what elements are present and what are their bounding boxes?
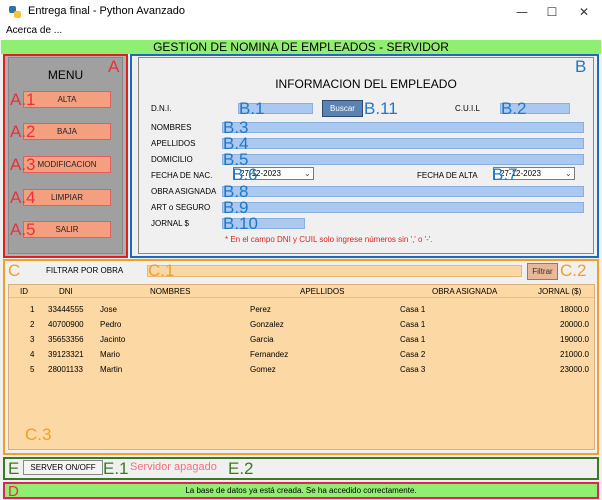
cell-id: 4 [30,350,35,359]
header-jornal[interactable]: JORNAL ($) [538,287,581,296]
status-message: La base de datos ya está creada. Se ha a… [185,486,417,495]
window-title: Entrega final - Python Avanzado [28,5,185,17]
header-dni[interactable]: DNI [59,287,73,296]
cell-id: 5 [30,365,35,374]
form-title: INFORMACION DEL EMPLEADO [275,77,457,91]
server-toggle-button[interactable]: SERVER ON/OFF [23,460,103,475]
cell-obra: Casa 2 [400,350,426,359]
fecha-nac-label: FECHA DE NAC. [151,171,213,180]
cell-obra: Casa 1 [400,335,426,344]
label-e1: E.1 [103,459,129,478]
label-b: B [575,57,587,76]
apellidos-label: APELLIDOS [151,139,196,148]
label-a3: A.3 [10,155,36,174]
server-status: Servidor apagado [130,461,217,473]
fecha-alta-label: FECHA DE ALTA [417,171,478,180]
cell-jornal: 23000.0 [560,365,589,374]
cell-nombre: Pedro [100,320,122,329]
filter-input[interactable] [147,265,522,277]
label-b1: B.1 [239,99,265,118]
label-b10: B.10 [223,214,258,233]
label-e2: E.2 [228,459,254,478]
jornal-label: JORNAL $ [151,219,189,228]
cell-dni: 39123321 [48,350,84,359]
baja-button[interactable]: BAJA [23,123,111,140]
cell-jornal: 19000.0 [560,335,589,344]
maximize-button[interactable]: ☐ [536,0,568,24]
cell-apellido: Gomez [250,365,276,374]
cell-jornal: 20000.0 [560,320,589,329]
label-c1: C.1 [148,261,175,280]
domicilio-label: DOMICILIO [151,155,193,164]
label-c2: C.2 [560,261,587,280]
header-obra[interactable]: OBRA ASIGNADA [432,287,497,296]
label-a4: A.4 [10,188,36,207]
menu-item-acerca[interactable]: Acerca de ... [6,25,62,36]
label-e: E [8,459,20,478]
domicilio-input[interactable] [222,154,584,165]
cell-apellido: Gonzalez [250,320,284,329]
label-c: C [8,261,21,280]
cell-obra: Casa 1 [400,305,426,314]
art-input[interactable] [222,202,584,213]
label-a2: A.2 [10,122,36,141]
cell-nombre: Jose [100,305,117,314]
cuil-label: C.U.I.L [455,104,480,113]
header-apellidos[interactable]: APELLIDOS [300,287,344,296]
input-note: * En el campo DNI y CUIL solo ingrese nú… [225,235,433,244]
cell-id: 1 [30,305,35,314]
employee-table[interactable] [8,284,595,450]
label-b2: B.2 [501,99,527,118]
modificacion-button[interactable]: MODIFICACION [23,156,111,173]
cell-apellido: Fernandez [250,350,289,359]
cell-nombre: Jacinto [100,335,126,344]
banner-title: GESTION DE NOMINA DE EMPLEADOS - SERVIDO… [153,40,449,54]
label-c3: C.3 [25,425,52,444]
cell-dni: 35653356 [48,335,84,344]
buscar-button[interactable]: Buscar [322,100,363,117]
cell-obra: Casa 1 [400,320,426,329]
cell-id: 3 [30,335,35,344]
label-a1: A.1 [10,90,36,109]
cell-apellido: Perez [250,305,271,314]
header-divider [9,297,594,298]
label-b11: B.11 [364,99,398,118]
label-a5: A.5 [10,220,36,239]
cell-nombre: Martin [100,365,123,374]
chevron-down-icon[interactable]: ⌄ [304,169,311,178]
minimize-button[interactable]: — [506,0,538,24]
python-app-icon [9,6,21,18]
nombres-input[interactable] [222,122,584,133]
obra-input[interactable] [222,186,584,197]
cell-dni: 40700900 [48,320,84,329]
cell-apellido: Garcia [250,335,274,344]
menu-bar [0,24,602,40]
label-b6: B.6 [232,165,258,184]
limpiar-button[interactable]: LIMPIAR [23,189,111,206]
cell-jornal: 21000.0 [560,350,589,359]
obra-label: OBRA ASIGNADA [151,187,217,196]
alta-button[interactable]: ALTA [23,91,111,108]
close-button[interactable]: ✕ [568,0,600,24]
cell-dni: 28001133 [48,365,83,374]
apellidos-input[interactable] [222,138,584,149]
chevron-down-icon[interactable]: ⌄ [565,169,572,178]
filter-label: FILTRAR POR OBRA [46,266,124,275]
header-nombres[interactable]: NOMBRES [150,287,190,296]
filtrar-button[interactable]: Filtrar [527,263,558,280]
label-a: A [108,57,120,76]
cell-dni: 33444555 [48,305,84,314]
cell-obra: Casa 3 [400,365,426,374]
art-label: ART o SEGURO [151,203,211,212]
cell-id: 2 [30,320,35,329]
salir-button[interactable]: SALIR [23,221,111,238]
nombres-label: NOMBRES [151,123,192,132]
label-b7: B.7 [492,165,518,184]
cell-jornal: 18000.0 [560,305,589,314]
header-id[interactable]: ID [20,287,28,296]
dni-label: D.N.I. [151,104,172,113]
cell-nombre: Mario [100,350,121,359]
menu-title: MENU [47,68,84,82]
